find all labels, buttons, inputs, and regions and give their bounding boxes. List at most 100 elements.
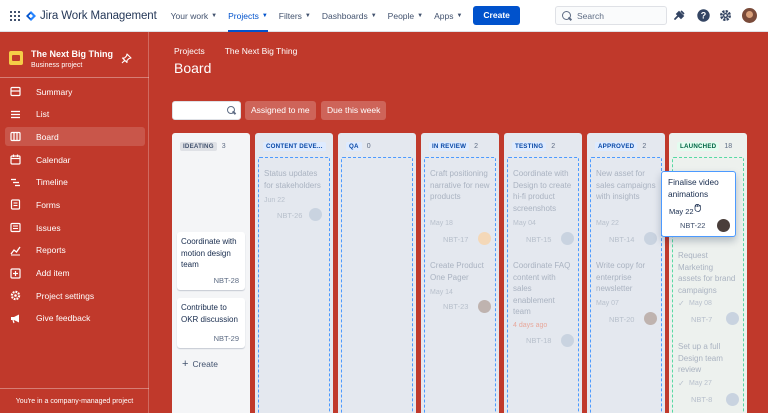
search-icon [562, 11, 571, 20]
notifications-icon[interactable] [673, 9, 686, 22]
assignee-avatar [478, 232, 491, 245]
top-navigation: Jira Work Management Your work ▼ Projects… [0, 0, 768, 32]
card-key: NBT-14 [609, 235, 635, 244]
issue-card[interactable]: New asset for sales campaigns with insig… [592, 164, 660, 249]
breadcrumb-project[interactable]: The Next Big Thing [225, 46, 298, 56]
assignee-avatar [478, 300, 491, 313]
chevron-down-icon: ▼ [370, 12, 377, 19]
project-avatar-icon [9, 51, 23, 65]
assignee-avatar [561, 232, 574, 245]
done-check-icon: ✓ [678, 299, 685, 308]
nav-people[interactable]: People ▼ [388, 0, 423, 32]
breadcrumb: Projects The Next Big Thing [174, 46, 297, 56]
board-column-in-review: IN REVIEW 2 Craft positioning narrative … [421, 133, 499, 413]
card-title: Request Marketing assets for brand campa… [678, 251, 736, 295]
card-title: Coordinate with Design to create hi-fi p… [513, 169, 572, 213]
grab-cursor-icon [694, 203, 701, 212]
issue-card[interactable]: Contribute to OKR discussion NBT-29 [177, 298, 245, 348]
project-name: The Next Big Thing [31, 49, 113, 59]
help-icon[interactable]: ? [697, 9, 710, 22]
column-header: IDEATING 3 [180, 142, 226, 151]
issue-card[interactable]: Write copy for enterprise newsletter May… [592, 256, 660, 328]
sidebar-item-timeline[interactable]: Timeline [5, 173, 145, 192]
column-header: CONTENT DEVE... [263, 142, 326, 151]
issue-card[interactable]: Coordinate with Design to create hi-fi p… [509, 164, 577, 249]
nav-dashboards[interactable]: Dashboards ▼ [322, 0, 377, 32]
column-count: 2 [551, 143, 556, 150]
card-title: Set up a full Design team review [678, 342, 723, 374]
pin-icon[interactable] [121, 53, 132, 64]
gear-icon [10, 290, 21, 301]
nav-filters[interactable]: Filters ▼ [279, 0, 311, 32]
create-issue-button[interactable]: + Create [182, 358, 218, 370]
megaphone-icon [11, 314, 19, 324]
chevron-down-icon: ▼ [261, 12, 268, 19]
nav-apps[interactable]: Apps ▼ [434, 0, 462, 32]
assignee-avatar [644, 232, 657, 245]
issue-card[interactable]: Create Product One Pager May 14 NBT-23 [426, 256, 494, 316]
assignee-avatar [726, 312, 739, 325]
summary-icon [10, 86, 21, 97]
card-date: Jun 22 [264, 197, 286, 204]
sidebar-item-forms[interactable]: Forms [5, 195, 145, 214]
issue-card[interactable]: Coordinate with motion design team NBT-2… [177, 232, 245, 290]
sidebar-item-add-item[interactable]: Add item [5, 264, 145, 283]
board-column-ideating: IDEATING 3 Coordinate with motion design… [172, 133, 250, 413]
column-count: 2 [474, 143, 479, 150]
sidebar-item-board[interactable]: Board [5, 127, 145, 147]
card-key: NBT-28 [213, 276, 239, 285]
drop-zone [341, 157, 413, 413]
issue-card[interactable]: Set up a full Design team review ✓ May 2… [674, 337, 742, 413]
breadcrumb-projects[interactable]: Projects [174, 46, 205, 56]
board-column-content-dev: CONTENT DEVE... Status updates for stake… [255, 133, 333, 413]
page-title: Board [174, 60, 212, 76]
sidebar-item-list[interactable]: List [5, 105, 145, 124]
column-title: QA [346, 142, 362, 151]
project-header[interactable]: The Next Big Thing Business project [9, 49, 113, 69]
search-placeholder: Search [577, 10, 604, 21]
board-column-qa: QA 0 [338, 133, 416, 413]
search-input[interactable]: Search [555, 6, 667, 25]
sidebar-item-summary[interactable]: Summary [5, 82, 145, 101]
column-header: APPROVED 2 [595, 142, 646, 151]
due-this-week-filter[interactable]: Due this week [321, 101, 387, 120]
board-column-approved: APPROVED 2 New asset for sales campaigns… [587, 133, 665, 413]
plus-icon: + [182, 358, 189, 370]
dragging-issue-card[interactable]: Finalise video animations May 22 NBT-22 [661, 171, 736, 237]
card-date: May 07 [596, 300, 619, 307]
project-type: Business project [31, 62, 83, 69]
card-key: NBT-26 [277, 211, 303, 220]
card-date: May 14 [430, 289, 453, 296]
nav-your-work[interactable]: Your work ▼ [171, 0, 217, 32]
chevron-down-icon: ▼ [417, 12, 424, 19]
sidebar-item-project-settings[interactable]: Project settings [5, 286, 145, 305]
jira-logo[interactable]: Jira Work Management [26, 10, 157, 22]
card-title: Finalise video animations [668, 177, 719, 199]
board-search-input[interactable] [172, 101, 241, 120]
sidebar-divider [0, 77, 149, 78]
create-button[interactable]: Create [473, 6, 520, 25]
sidebar-item-give-feedback[interactable]: Give feedback [5, 309, 145, 328]
issue-card[interactable]: Status updates for stakeholders Jun 22 N… [260, 164, 328, 224]
column-header: TESTING 2 [512, 142, 555, 151]
sidebar-nav: Summary List Board Calendar Timeline For… [5, 82, 145, 332]
nav-projects[interactable]: Projects ▼ [228, 0, 268, 32]
assigned-to-me-filter[interactable]: Assigned to me [245, 101, 316, 120]
user-avatar[interactable] [742, 8, 757, 23]
issue-card[interactable]: Craft positioning narrative for new prod… [426, 164, 494, 249]
project-sidebar: The Next Big Thing Business project Summ… [0, 32, 149, 413]
card-key: NBT-23 [443, 302, 469, 311]
card-date: May 08 [689, 300, 712, 307]
sidebar-item-reports[interactable]: Reports [5, 241, 145, 260]
jira-logo-icon [26, 10, 36, 21]
card-key: NBT-29 [213, 334, 239, 343]
settings-gear-icon[interactable] [719, 9, 732, 22]
reports-icon [10, 246, 21, 256]
app-switcher-icon[interactable] [10, 10, 20, 21]
issue-card[interactable]: Request Marketing assets for brand campa… [674, 246, 742, 330]
sidebar-item-issues[interactable]: Issues [5, 218, 145, 237]
sidebar-item-calendar[interactable]: Calendar [5, 150, 145, 169]
card-key: NBT-18 [526, 336, 552, 345]
card-date: May 18 [430, 220, 453, 227]
issue-card[interactable]: Coordinate FAQ content with sales enable… [509, 256, 577, 351]
